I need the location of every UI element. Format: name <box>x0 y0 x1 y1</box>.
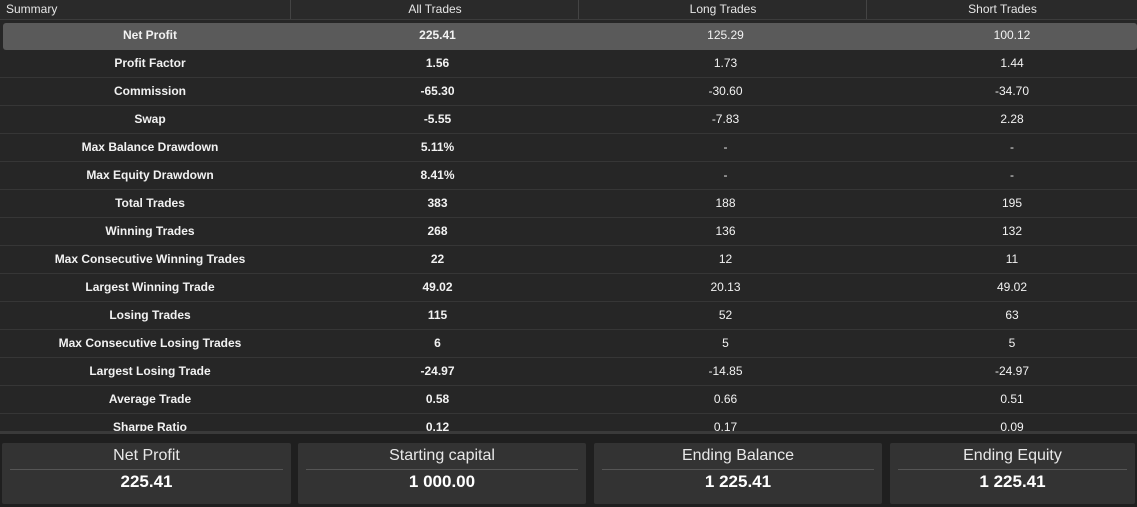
header-short-trades[interactable]: Short Trades <box>866 0 1137 19</box>
table-header: Summary All Trades Long Trades Short Tra… <box>0 0 1137 20</box>
all-trades-value: 5.11% <box>420 140 455 154</box>
summary-table: Summary All Trades Long Trades Short Tra… <box>0 0 1137 431</box>
all-trades-value: 0.58 <box>425 392 450 406</box>
table-row[interactable]: Profit Factor 1.56 1.73 1.44 <box>0 51 1137 78</box>
row-label: Profit Factor <box>114 56 186 70</box>
all-trades-value: 383 <box>427 196 448 210</box>
row-label: Max Consecutive Losing Trades <box>58 336 242 350</box>
card-divider <box>306 469 578 470</box>
all-trades-value: 115 <box>427 308 448 322</box>
net-profit-card: Net Profit 225.41 <box>2 443 291 504</box>
table-row[interactable]: Average Trade 0.58 0.66 0.51 <box>0 387 1137 414</box>
short-trades-value: 195 <box>1001 196 1023 210</box>
row-label: Losing Trades <box>109 308 191 322</box>
table-row[interactable]: Max Consecutive Losing Trades 6 5 5 <box>0 331 1137 358</box>
long-trades-value: - <box>723 140 728 154</box>
short-trades-value: 2.28 <box>1000 112 1024 126</box>
short-trades-value: 49.02 <box>996 280 1028 294</box>
table-row[interactable]: Total Trades 383 188 195 <box>0 191 1137 218</box>
row-label: Max Balance Drawdown <box>81 140 219 154</box>
short-trades-value: 0.09 <box>1000 420 1024 431</box>
ending-balance-card: Ending Balance 1 225.41 <box>594 443 882 504</box>
card-label: Ending Equity <box>963 447 1062 464</box>
all-trades-value: 22 <box>430 252 445 266</box>
all-trades-value: 6 <box>434 336 441 350</box>
long-trades-value: 136 <box>715 224 736 238</box>
card-value: 1 225.41 <box>704 472 772 491</box>
all-trades-value: 1.56 <box>425 56 450 70</box>
long-trades-value: -30.60 <box>708 84 743 98</box>
card-label: Ending Balance <box>681 447 795 464</box>
card-divider <box>602 469 874 470</box>
short-trades-value: 0.51 <box>1000 392 1024 406</box>
table-row[interactable]: Winning Trades 268 136 132 <box>0 219 1137 246</box>
card-divider <box>898 469 1127 470</box>
short-trades-value: 100.12 <box>993 28 1031 42</box>
short-trades-value: 1.44 <box>1000 56 1024 70</box>
table-row[interactable]: Max Equity Drawdown 8.41% - - <box>0 163 1137 190</box>
short-trades-value: - <box>1010 168 1014 182</box>
card-divider <box>10 469 283 470</box>
row-label: Average Trade <box>108 392 192 406</box>
header-summary[interactable]: Summary <box>0 0 290 19</box>
table-body: Net Profit 225.41 125.29 100.12 Profit F… <box>0 23 1137 431</box>
long-trades-value: -7.83 <box>711 112 740 126</box>
short-trades-value: 132 <box>1001 224 1023 238</box>
long-trades-value: - <box>723 168 728 182</box>
table-row[interactable]: Commission -65.30 -30.60 -34.70 <box>0 79 1137 106</box>
long-trades-value: 20.13 <box>710 280 741 294</box>
table-row[interactable]: Largest Winning Trade 49.02 20.13 49.02 <box>0 275 1137 302</box>
long-trades-value: 52 <box>718 308 733 322</box>
card-label: Net Profit <box>113 447 180 464</box>
long-trades-value: 125.29 <box>707 28 744 42</box>
table-row[interactable]: Losing Trades 115 52 63 <box>0 303 1137 330</box>
table-row[interactable]: Swap -5.55 -7.83 2.28 <box>0 107 1137 134</box>
ending-equity-card: Ending Equity 1 225.41 <box>890 443 1135 504</box>
short-trades-value: 5 <box>1008 336 1016 350</box>
long-trades-value: 0.66 <box>713 392 738 406</box>
short-trades-value: -34.70 <box>994 84 1030 98</box>
row-label: Max Consecutive Winning Trades <box>54 252 246 266</box>
all-trades-value: 8.41% <box>420 168 455 182</box>
all-trades-value: 268 <box>427 224 448 238</box>
long-trades-value: 5 <box>722 336 729 350</box>
row-label: Largest Losing Trade <box>89 364 211 378</box>
long-trades-value: 1.73 <box>713 56 738 70</box>
table-row[interactable]: Max Balance Drawdown 5.11% - - <box>0 135 1137 162</box>
row-label: Total Trades <box>115 196 185 210</box>
all-trades-value: 225.41 <box>419 28 456 42</box>
short-trades-value: - <box>1010 140 1014 154</box>
table-row[interactable]: Largest Losing Trade -24.97 -14.85 -24.9… <box>0 359 1137 386</box>
row-label: Sharpe Ratio <box>112 420 187 431</box>
row-label: Winning Trades <box>105 224 195 238</box>
table-row[interactable]: Max Consecutive Winning Trades 22 12 11 <box>0 247 1137 274</box>
all-trades-value: -5.55 <box>423 112 452 126</box>
long-trades-value: 188 <box>715 196 736 210</box>
short-trades-value: 63 <box>1005 308 1019 322</box>
header-long-trades[interactable]: Long Trades <box>578 0 867 19</box>
row-label: Commission <box>113 84 186 98</box>
row-label: Swap <box>134 112 166 126</box>
table-row[interactable]: Sharpe Ratio 0.12 0.17 0.09 <box>0 415 1137 431</box>
card-value: 225.41 <box>120 472 173 491</box>
totals-panel: Net Profit 225.41 Starting capital 1 000… <box>0 431 1137 507</box>
short-trades-value: -24.97 <box>994 364 1030 378</box>
card-value: 1 225.41 <box>979 472 1046 491</box>
row-label: Largest Winning Trade <box>85 280 215 294</box>
table-row[interactable]: Net Profit 225.41 125.29 100.12 <box>3 23 1137 50</box>
short-trades-value: 11 <box>1005 252 1019 266</box>
card-value: 1 000.00 <box>408 472 476 491</box>
long-trades-value: -14.85 <box>708 364 743 378</box>
header-all-trades[interactable]: All Trades <box>290 0 579 19</box>
all-trades-value: 0.12 <box>425 420 450 431</box>
row-label: Max Equity Drawdown <box>86 168 214 182</box>
row-label: Net Profit <box>123 28 177 42</box>
all-trades-value: 49.02 <box>422 280 453 294</box>
long-trades-value: 0.17 <box>713 420 738 431</box>
starting-capital-card: Starting capital 1 000.00 <box>298 443 586 504</box>
card-label: Starting capital <box>389 447 495 464</box>
all-trades-value: -24.97 <box>420 364 455 378</box>
all-trades-value: -65.30 <box>420 84 455 98</box>
long-trades-value: 12 <box>718 252 733 266</box>
